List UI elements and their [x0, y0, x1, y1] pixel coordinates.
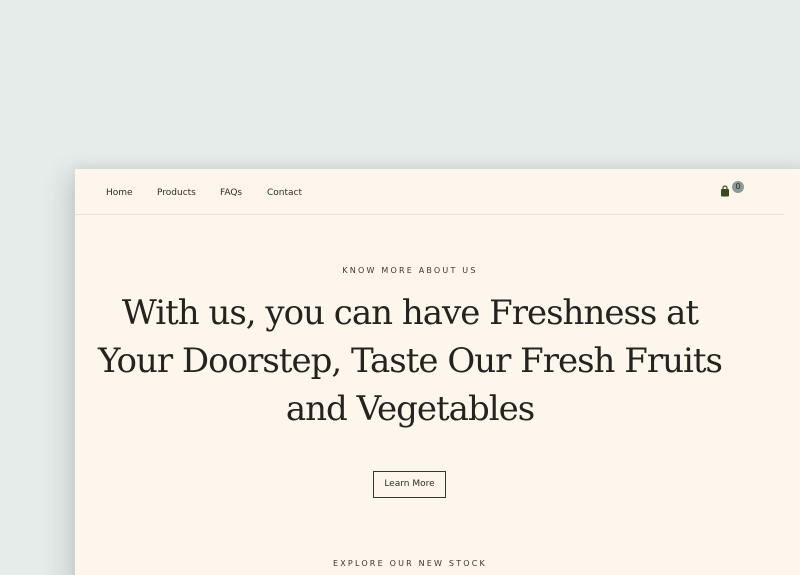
cart-button[interactable]: 0 [718, 181, 748, 203]
cart-count-badge: 0 [732, 181, 744, 193]
page-backdrop: Home Products FAQs Contact 0 KNOW MORE A… [0, 0, 800, 575]
top-navigation: Home Products FAQs Contact 0 [75, 169, 784, 215]
stock-section-eyebrow: EXPLORE OUR NEW STOCK [332, 559, 488, 568]
nav-link-home[interactable]: Home [106, 188, 133, 198]
hero-eyebrow: KNOW MORE ABOUT US [342, 266, 478, 275]
hero-headline: With us, you can have Freshness at Your … [97, 293, 723, 429]
shopping-bag-icon [721, 185, 729, 197]
nav-link-products[interactable]: Products [157, 188, 196, 198]
nav-link-contact[interactable]: Contact [267, 188, 302, 198]
website-preview: Home Products FAQs Contact 0 KNOW MORE A… [75, 169, 800, 575]
learn-more-button[interactable]: Learn More [373, 471, 446, 498]
nav-link-faqs[interactable]: FAQs [220, 188, 242, 198]
